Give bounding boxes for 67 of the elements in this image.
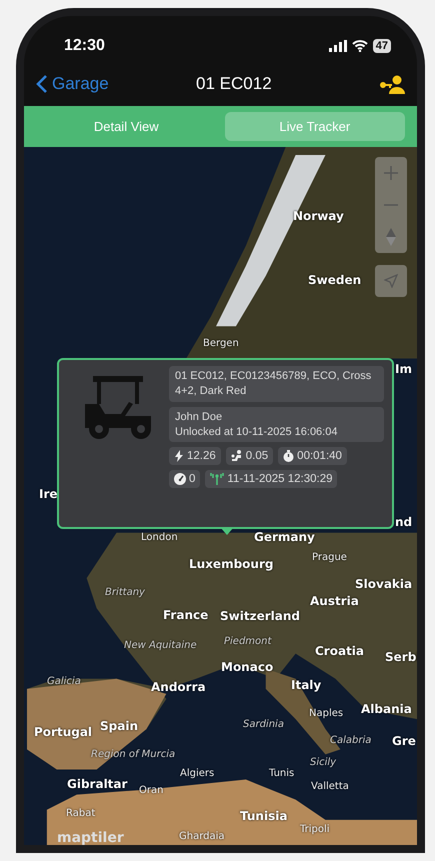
map-label: Portugal — [34, 726, 92, 738]
map-label: nd — [395, 516, 412, 528]
map-label: Im — [395, 363, 412, 375]
speedometer-icon — [174, 473, 186, 486]
map-label: Gibraltar — [67, 778, 128, 790]
lightning-icon — [174, 450, 184, 462]
map-label: Germany — [254, 531, 315, 543]
map-label: Slovakia — [355, 578, 412, 590]
map-label: Sweden — [308, 274, 362, 286]
map-label: Calabria — [330, 736, 372, 746]
map-label: Serbi — [385, 651, 417, 663]
locate-button[interactable] — [375, 265, 407, 297]
compass-icon — [386, 228, 396, 246]
map-label: Italy — [291, 679, 322, 691]
map-label: Tunis — [269, 769, 294, 779]
vehicle-details: 01 EC012, EC0123456789, ECO, Cross 4+2, Dark Red — [169, 366, 384, 402]
stat-value: 0 — [189, 473, 196, 486]
map-label: Tripoli — [300, 825, 330, 835]
map-label: Switzerland — [220, 610, 300, 622]
key-user-icon[interactable] — [379, 74, 405, 94]
map-label: London — [141, 533, 178, 543]
map-label: Valletta — [311, 782, 349, 792]
map-label: Piedmont — [224, 637, 272, 647]
route-person-icon — [230, 450, 243, 462]
map-label: Monaco — [221, 661, 274, 673]
stat-value: 0.05 — [246, 450, 268, 462]
view-tab[interactable]: Detail View — [36, 112, 216, 141]
signal-icon — [328, 40, 347, 52]
stat-value: 00:01:40 — [297, 450, 342, 462]
map-label: Brittany — [105, 588, 145, 598]
map-label: Bergen — [203, 339, 239, 349]
map-label: Algiers — [180, 769, 214, 779]
map-label: Rabat — [66, 809, 96, 819]
plus-icon — [384, 166, 398, 180]
map-attribution: maptiler — [57, 830, 124, 845]
stat-value: 12.26 — [187, 450, 216, 462]
map-label: Croatia — [315, 645, 364, 657]
map-label: Austria — [310, 595, 359, 607]
map-label: Gre — [392, 735, 416, 747]
wifi-icon — [352, 40, 368, 52]
map-label: Ire — [39, 488, 58, 500]
map-label: Sardinia — [243, 720, 284, 730]
back-button[interactable]: Garage — [36, 74, 109, 94]
map-label: Andorra — [151, 681, 206, 693]
stat-value: 11-11-2025 12:30:29 — [227, 473, 332, 486]
map-label: Albania — [361, 703, 412, 715]
map-label: Tunisia — [240, 810, 288, 822]
map-label: Spain — [100, 720, 138, 732]
unlock-time: Unlocked at 10-11-2025 16:06:04 — [175, 424, 338, 440]
driver-name: John Doe — [175, 410, 224, 425]
map-label: Luxembourg — [189, 558, 274, 570]
battery-level: 47 — [372, 39, 391, 53]
map-label: Prague — [312, 553, 347, 563]
map-label: Sicily — [310, 758, 336, 768]
chevron-left-icon — [36, 74, 48, 94]
screen-title: 01 EC012 — [195, 74, 273, 94]
antenna-icon — [210, 473, 224, 486]
map-label: Norway — [293, 210, 344, 222]
navigation-arrow-icon — [384, 274, 398, 288]
map-label: New Aquitaine — [124, 641, 197, 651]
status-time: 12:30 — [64, 37, 105, 55]
map-label: Naples — [309, 709, 344, 719]
map-label: France — [163, 609, 208, 621]
stopwatch-icon — [283, 450, 294, 462]
map-label: Ghardaia — [179, 832, 225, 842]
view-tab[interactable]: Live Tracker — [224, 112, 405, 141]
map-label: Galicia — [47, 677, 81, 687]
